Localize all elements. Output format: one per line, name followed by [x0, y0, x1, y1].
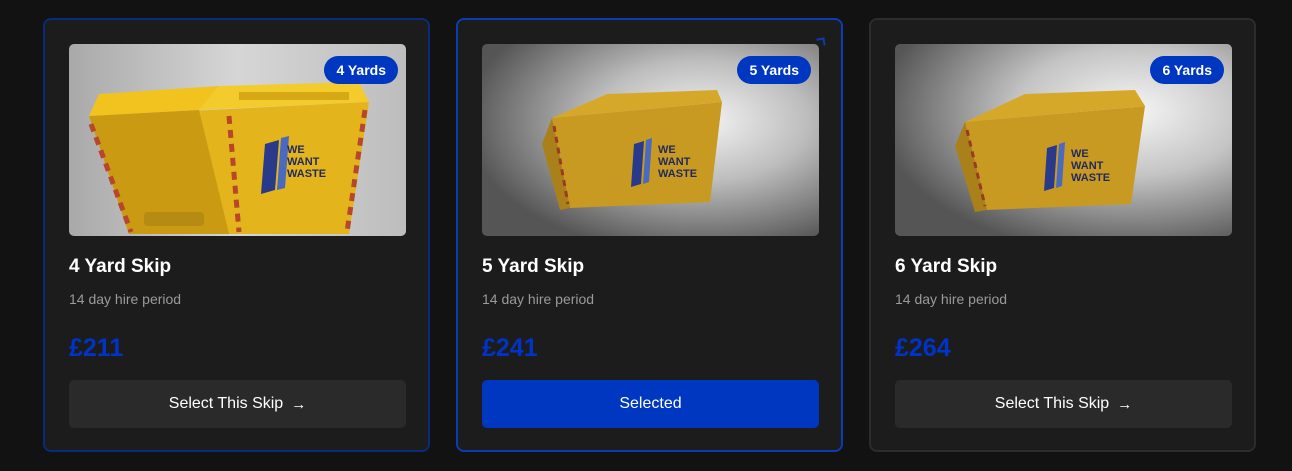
- skip-price: £241: [482, 334, 538, 362]
- skip-image-5-yard: WE WANT WASTE 5 Yards: [482, 44, 819, 236]
- size-badge: 5 Yards: [737, 56, 811, 84]
- selected-skip-button[interactable]: Selected: [482, 380, 819, 428]
- skip-card-6-yard[interactable]: WE WANT WASTE 6 Yards 6 Yard Skip 14 day…: [869, 18, 1256, 452]
- skip-card-4-yard[interactable]: WE WANT WASTE 4 Yards 4 Yard Skip 14 day…: [43, 18, 430, 452]
- skip-title: 5 Yard Skip: [482, 256, 585, 277]
- arrow-right-icon: →: [1117, 395, 1133, 413]
- size-badge: 6 Yards: [1150, 56, 1224, 84]
- arrow-right-icon: →: [291, 395, 307, 413]
- select-skip-button[interactable]: Select This Skip →: [895, 380, 1232, 428]
- select-skip-button[interactable]: Select This Skip →: [69, 380, 406, 428]
- logo-text: WE WANT WASTE: [1071, 148, 1111, 184]
- select-skip-button-label: Select This Skip: [994, 395, 1110, 412]
- skip-image-4-yard: WE WANT WASTE 4 Yards: [69, 44, 406, 236]
- skip-image-6-yard: WE WANT WASTE 6 Yards: [895, 44, 1232, 236]
- logo-text: WE WANT WASTE: [658, 144, 698, 180]
- selected-skip-button-label: Selected: [619, 395, 682, 412]
- select-skip-button-label: Select This Skip: [168, 395, 284, 412]
- size-badge: 4 Yards: [324, 56, 398, 84]
- hire-period: 14 day hire period: [69, 291, 182, 307]
- skip-title: 6 Yard Skip: [895, 256, 998, 277]
- skip-card-list: WE WANT WASTE 4 Yards 4 Yard Skip 14 day…: [0, 0, 1292, 471]
- logo-text: WE WANT WASTE: [287, 144, 327, 180]
- skip-price: £211: [69, 334, 124, 362]
- skip-title: 4 Yard Skip: [69, 256, 172, 277]
- skip-price: £264: [895, 334, 951, 362]
- hire-period: 14 day hire period: [482, 291, 595, 307]
- skip-card-5-yard[interactable]: WE WANT WASTE 5 Yards 5 Yard Skip 14 day…: [456, 18, 843, 452]
- hire-period: 14 day hire period: [895, 291, 1008, 307]
